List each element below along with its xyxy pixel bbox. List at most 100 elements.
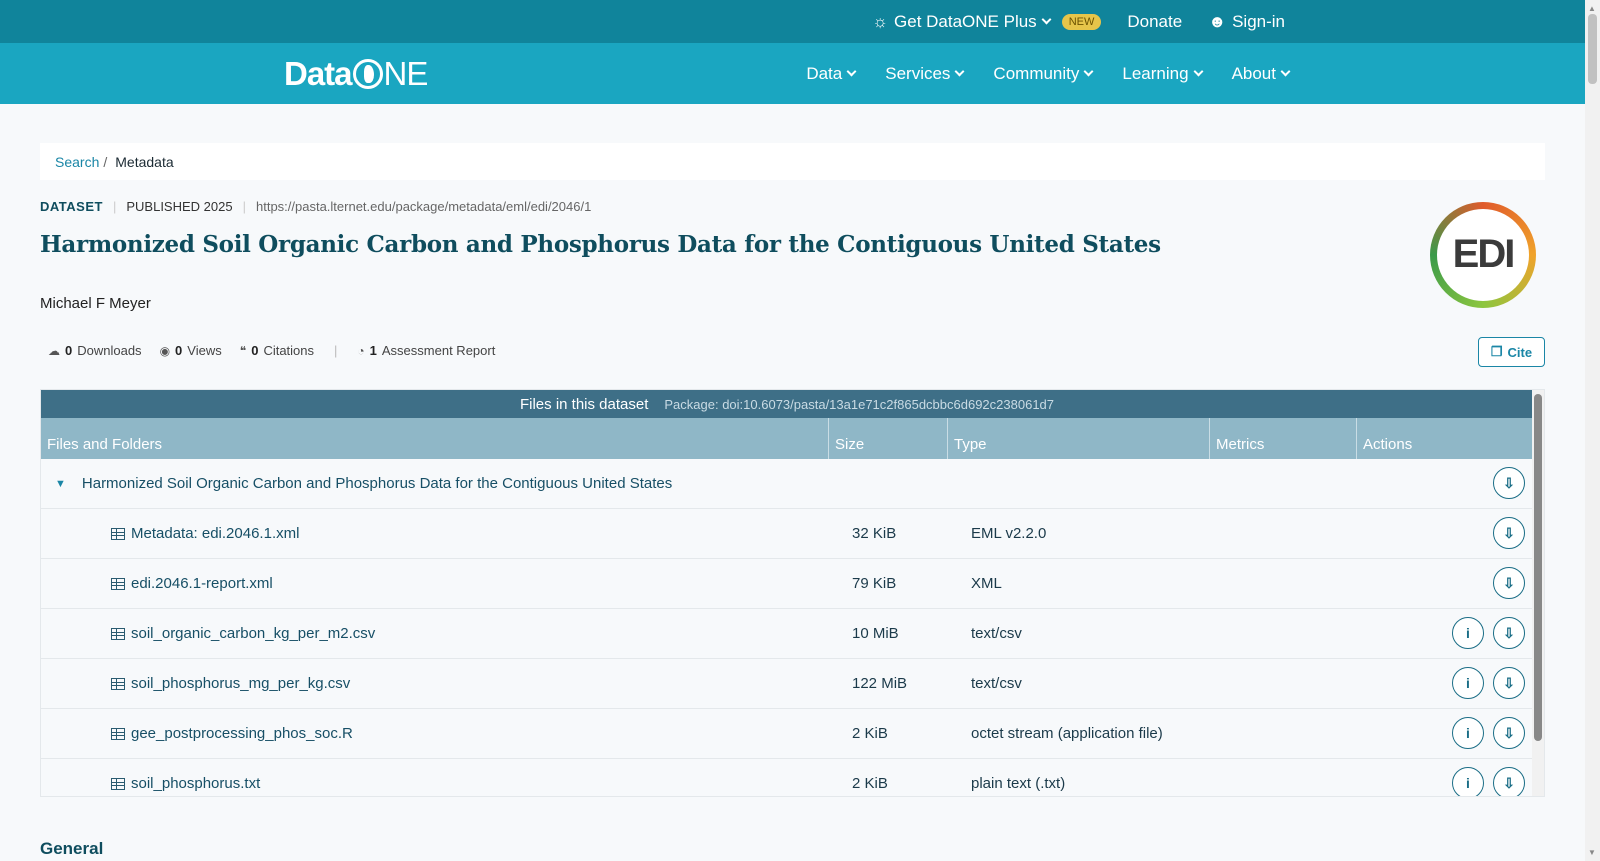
- column-actions: Actions: [1356, 418, 1533, 459]
- quote-icon: ❝: [239, 343, 247, 358]
- donate-link[interactable]: Donate: [1127, 12, 1182, 32]
- edi-logo-text: EDI: [1452, 232, 1516, 276]
- file-size: 2 KiB: [852, 725, 888, 742]
- package-identifier: Package: doi:10.6073/pasta/13a1e71c2f865…: [664, 396, 1055, 412]
- globe-icon: ☼: [872, 11, 889, 31]
- file-size: 122 MiB: [852, 675, 908, 692]
- nav-label: Services: [885, 63, 951, 83]
- gauge-icon: ◔: [357, 343, 365, 358]
- info-icon: i: [1466, 675, 1470, 691]
- dataset-author[interactable]: Michael F Meyer: [40, 295, 151, 312]
- copy-icon: ❐: [1490, 344, 1503, 359]
- cloud-download-icon: ⇩: [1503, 674, 1515, 691]
- sign-in-label: Sign-in: [1232, 11, 1285, 31]
- package-name-cell: ▼ Harmonized Soil Organic Carbon and Pho…: [55, 475, 672, 492]
- cite-label: Cite: [1507, 344, 1533, 360]
- file-name[interactable]: edi.2046.1-report.xml: [131, 575, 273, 592]
- assessment-count: 1: [369, 343, 377, 358]
- file-row: soil_phosphorus_mg_per_kg.csv 122 MiB te…: [41, 659, 1533, 709]
- column-metrics: Metrics: [1209, 418, 1356, 459]
- file-size: 10 MiB: [852, 625, 899, 642]
- file-type: XML: [971, 575, 1002, 592]
- top-utility-bar: ☼ Get DataONE Plus NEW Donate ☻ Sign-in: [0, 0, 1585, 43]
- download-button[interactable]: ⇩: [1493, 667, 1525, 699]
- nav-item-about[interactable]: About: [1232, 64, 1291, 84]
- info-button[interactable]: i: [1452, 617, 1484, 649]
- file-name[interactable]: soil_phosphorus.txt: [131, 775, 260, 792]
- divider: |: [334, 343, 338, 358]
- views-metric: ◉ 0 Views: [160, 343, 222, 358]
- file-row: soil_organic_carbon_kg_per_m2.csv 10 MiB…: [41, 609, 1533, 659]
- nav-item-community[interactable]: Community: [993, 64, 1094, 84]
- breadcrumb: Search / Metadata: [40, 143, 1545, 180]
- table-icon: [111, 677, 125, 690]
- table-icon: [111, 727, 125, 740]
- nav-item-data[interactable]: Data: [806, 64, 857, 84]
- file-name[interactable]: soil_organic_carbon_kg_per_m2.csv: [131, 625, 375, 642]
- files-table-header: Files in this dataset Package: doi:10.60…: [41, 390, 1533, 418]
- column-type: Type: [947, 418, 1209, 459]
- file-type: EML v2.2.0: [971, 525, 1047, 542]
- nav-item-services[interactable]: Services: [885, 63, 965, 84]
- file-size: 32 KiB: [852, 525, 897, 542]
- edi-repository-logo[interactable]: EDI: [1430, 202, 1536, 308]
- assessment-report-link[interactable]: ◔ 1 Assessment Report: [357, 343, 495, 358]
- nav-label: Learning: [1122, 63, 1189, 83]
- table-icon: [111, 627, 125, 640]
- file-name[interactable]: gee_postprocessing_phos_soc.R: [131, 725, 353, 742]
- downloads-label: Downloads: [77, 343, 142, 358]
- cite-button[interactable]: ❐ Cite: [1478, 337, 1545, 367]
- info-icon: i: [1466, 625, 1470, 641]
- download-button[interactable]: ⇩: [1493, 617, 1525, 649]
- file-row: Metadata: edi.2046.1.xml 32 KiB EML v2.2…: [41, 509, 1533, 559]
- breadcrumb-search-link[interactable]: Search: [55, 154, 99, 170]
- download-button[interactable]: ⇩: [1493, 517, 1525, 549]
- file-type: plain text (.txt): [971, 775, 1066, 792]
- files-table-scrollbar[interactable]: [1532, 390, 1544, 796]
- get-dataone-plus-menu[interactable]: ☼ Get DataONE Plus NEW: [872, 11, 1102, 32]
- table-icon: [111, 577, 125, 590]
- cloud-download-icon: ⇩: [1503, 774, 1515, 791]
- file-name[interactable]: soil_phosphorus_mg_per_kg.csv: [131, 675, 350, 692]
- dataset-title: Harmonized Soil Organic Carbon and Phosp…: [40, 231, 1161, 258]
- dataset-metrics: ☁ 0 Downloads ◉ 0 Views ❝ 0 Citations | …: [48, 343, 495, 358]
- scrollbar-thumb[interactable]: [1588, 14, 1597, 84]
- sign-in-link[interactable]: ☻ Sign-in: [1208, 12, 1285, 32]
- scrollbar-thumb[interactable]: [1534, 394, 1542, 741]
- scroll-up-arrow-icon[interactable]: ▲: [1588, 4, 1596, 13]
- views-label: Views: [187, 343, 222, 358]
- files-table: Files in this dataset Package: doi:10.60…: [40, 389, 1545, 797]
- table-icon: [111, 527, 125, 540]
- download-button[interactable]: ⇩: [1493, 717, 1525, 749]
- download-package-button[interactable]: ⇩: [1493, 467, 1525, 499]
- package-row[interactable]: ▼ Harmonized Soil Organic Carbon and Pho…: [41, 459, 1533, 509]
- file-name[interactable]: Metadata: edi.2046.1.xml: [131, 525, 299, 542]
- chevron-down-icon: [1083, 66, 1094, 77]
- caret-down-icon[interactable]: ▼: [55, 478, 66, 490]
- logo-text-ne: NE: [383, 55, 429, 92]
- info-button[interactable]: i: [1452, 717, 1484, 749]
- globe-logo-icon: [352, 59, 383, 89]
- scroll-down-arrow-icon[interactable]: ▼: [1588, 848, 1596, 857]
- dataone-logo[interactable]: Data NE: [284, 55, 429, 93]
- assessment-label: Assessment Report: [381, 343, 496, 358]
- citations-count: 0: [251, 343, 259, 358]
- package-name[interactable]: Harmonized Soil Organic Carbon and Phosp…: [82, 475, 672, 492]
- divider: |: [112, 199, 117, 214]
- chevron-down-icon: [1193, 66, 1204, 77]
- page-scrollbar[interactable]: ▲ ▼: [1585, 0, 1600, 861]
- download-button[interactable]: ⇩: [1493, 767, 1525, 796]
- info-icon: i: [1466, 725, 1470, 741]
- nav-item-learning[interactable]: Learning: [1122, 63, 1204, 84]
- info-button[interactable]: i: [1452, 667, 1484, 699]
- general-section-heading: General: [40, 839, 104, 858]
- dataset-meta-line: DATASET | PUBLISHED 2025 | https://pasta…: [40, 199, 591, 214]
- download-button[interactable]: ⇩: [1493, 567, 1525, 599]
- views-count: 0: [175, 343, 183, 358]
- file-type: text/csv: [971, 625, 1022, 642]
- file-row: soil_phosphorus.txt 2 KiB plain text (.t…: [41, 759, 1533, 796]
- downloads-count: 0: [65, 343, 73, 358]
- info-button[interactable]: i: [1452, 767, 1484, 796]
- file-size: 79 KiB: [852, 575, 897, 592]
- dataset-url[interactable]: https://pasta.lternet.edu/package/metada…: [256, 199, 591, 214]
